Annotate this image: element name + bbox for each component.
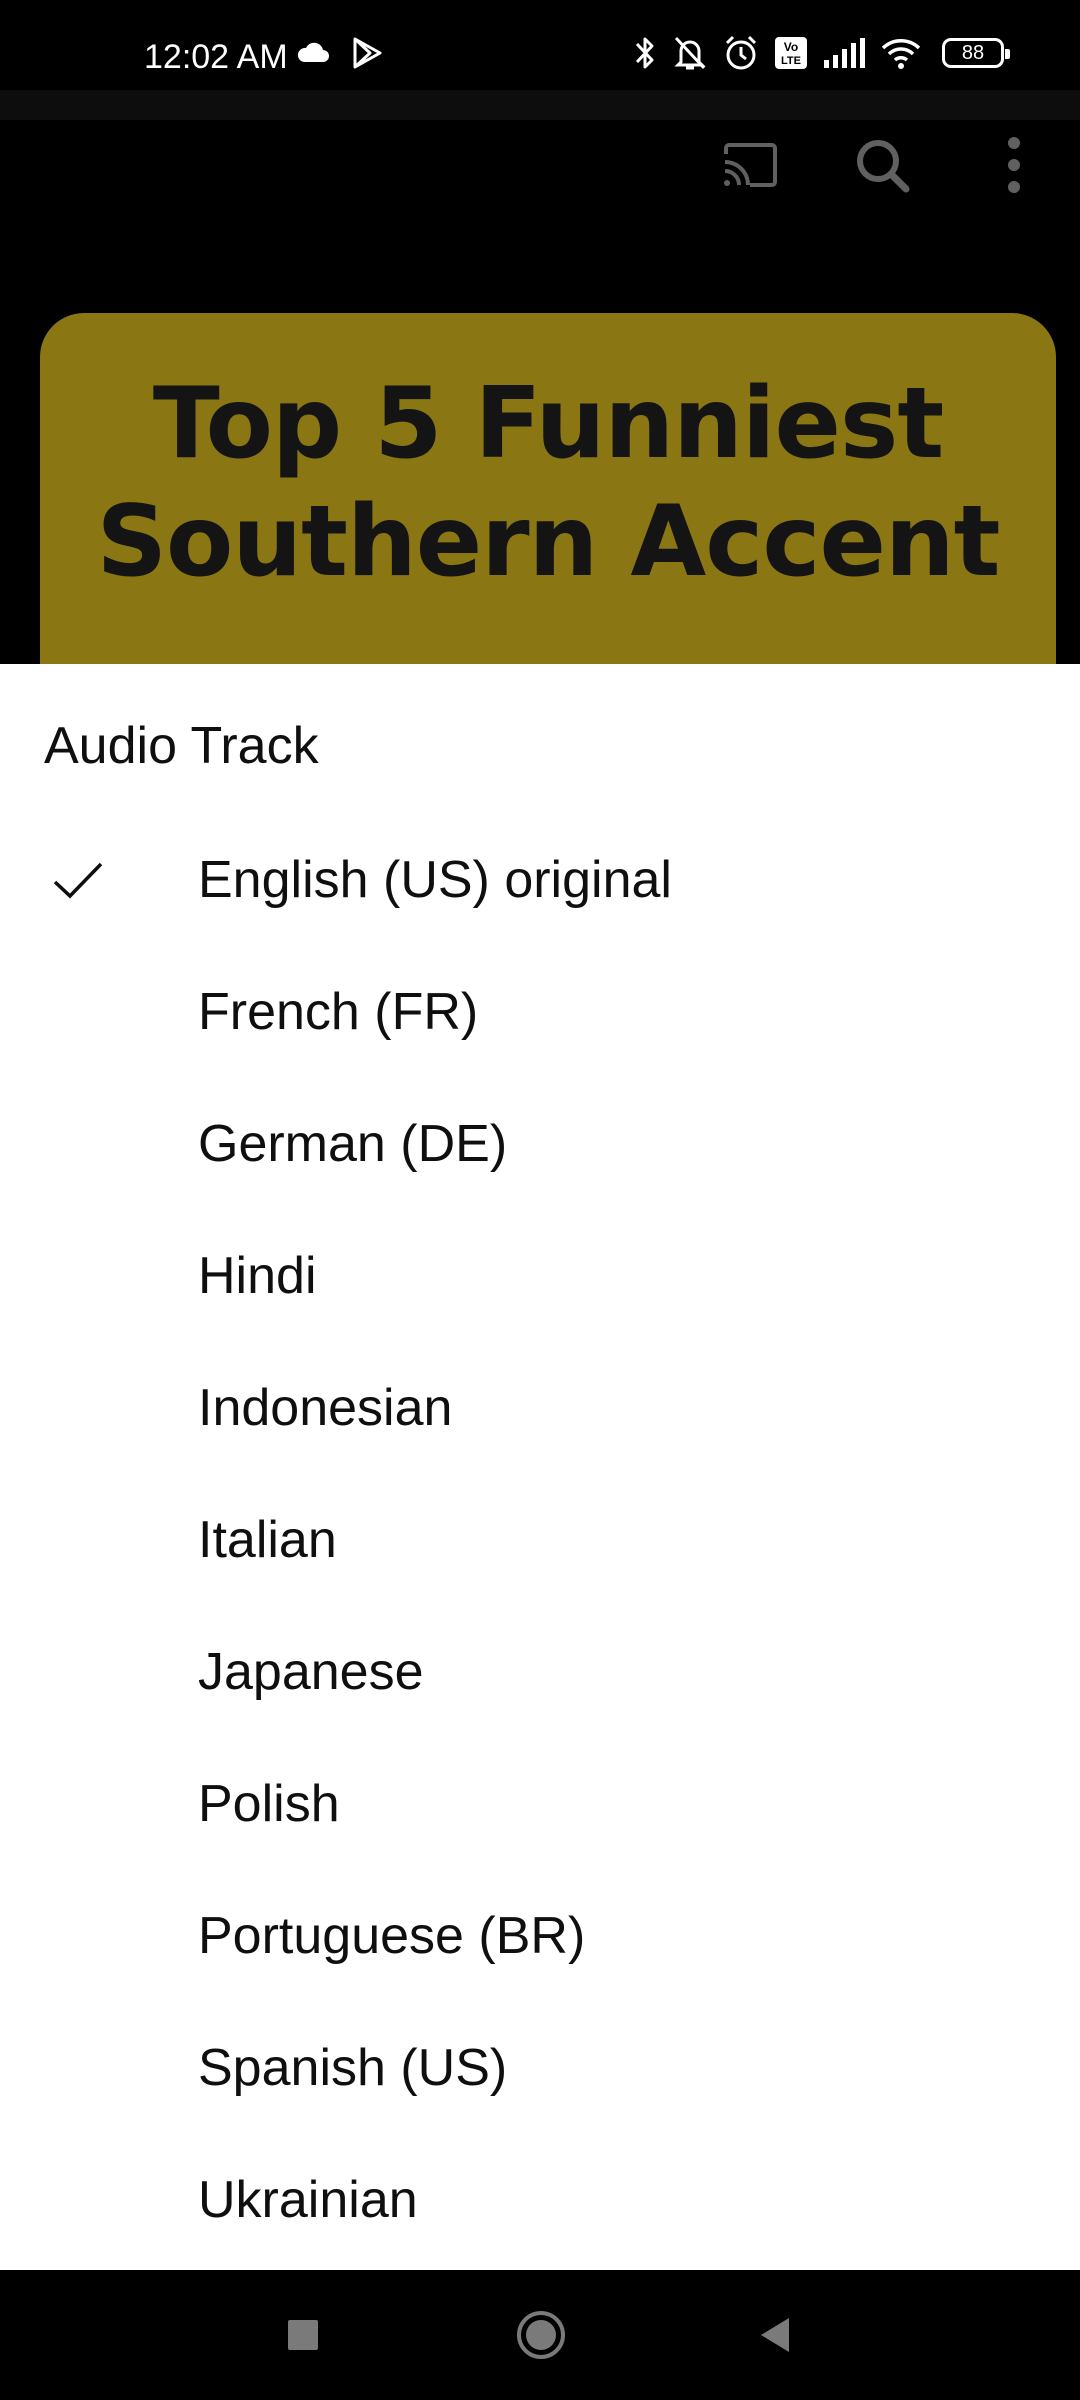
thumbnail-text: Top 5 Funniest Southern Accent xyxy=(40,365,1056,601)
audio-track-option[interactable]: Ukrainian xyxy=(0,2144,1080,2276)
app-bar xyxy=(0,90,1080,210)
audio-track-option[interactable]: Portuguese (BR) xyxy=(0,1880,1080,2012)
audio-track-option[interactable]: Hindi xyxy=(0,1220,1080,1352)
bell-muted-icon xyxy=(672,34,708,72)
audio-track-sheet: Audio Track English (US) original French … xyxy=(0,664,1080,2270)
thumbnail-line-1: Top 5 Funniest xyxy=(152,367,944,481)
audio-track-option[interactable]: German (DE) xyxy=(0,1088,1080,1220)
signal-icon xyxy=(822,36,866,70)
recents-button[interactable] xyxy=(268,2300,338,2370)
cloud-icon xyxy=(296,42,330,64)
alarm-icon xyxy=(722,34,760,72)
audio-track-label: Japanese xyxy=(198,1643,424,1701)
more-vert-icon[interactable] xyxy=(979,130,1049,200)
bluetooth-icon xyxy=(632,34,658,72)
play-store-icon xyxy=(350,36,384,70)
back-button[interactable] xyxy=(740,2300,810,2370)
thumbnail-line-2: Southern Accent xyxy=(96,485,1000,599)
video-player[interactable]: Top 5 Funniest Southern Accent xyxy=(0,210,1080,664)
status-left-icons xyxy=(296,36,384,70)
cast-icon[interactable] xyxy=(715,130,785,200)
audio-track-label: Indonesian xyxy=(198,1379,453,1437)
check-icon xyxy=(53,862,103,899)
audio-track-label: English (US) original xyxy=(198,851,672,909)
sheet-title: Audio Track xyxy=(44,717,319,775)
home-button[interactable] xyxy=(506,2300,576,2370)
audio-track-option[interactable]: Indonesian xyxy=(0,1352,1080,1484)
audio-track-option[interactable]: French (FR) xyxy=(0,956,1080,1088)
search-icon[interactable] xyxy=(847,130,917,200)
audio-track-label: German (DE) xyxy=(198,1115,508,1173)
audio-track-option[interactable]: Spanish (US) xyxy=(0,2012,1080,2144)
audio-track-option[interactable]: Japanese xyxy=(0,1616,1080,1748)
audio-track-list: English (US) original French (FR) German (… xyxy=(0,824,1080,2276)
status-right-icons: Vo LTE 88 xyxy=(632,34,1010,72)
audio-track-option[interactable]: English (US) original xyxy=(0,824,1080,956)
audio-track-label: Hindi xyxy=(198,1247,317,1305)
volte-icon: Vo LTE xyxy=(774,36,808,70)
svg-text:Vo: Vo xyxy=(784,40,798,54)
wifi-icon xyxy=(880,36,922,70)
audio-track-label: Ukrainian xyxy=(198,2171,418,2229)
audio-track-option[interactable]: Italian xyxy=(0,1484,1080,1616)
app-bar-band xyxy=(0,90,1080,120)
audio-track-label: Italian xyxy=(198,1511,337,1569)
svg-text:LTE: LTE xyxy=(781,55,801,67)
audio-track-label: French (FR) xyxy=(198,983,479,1041)
audio-track-label: Portuguese (BR) xyxy=(198,1907,586,1965)
navigation-bar xyxy=(0,2270,1080,2400)
status-time: 12:02 AM xyxy=(144,38,288,76)
status-bar: 12:02 AM Vo LTE 88 xyxy=(0,0,1080,90)
audio-track-label: Polish xyxy=(198,1775,340,1833)
audio-track-label: Spanish (US) xyxy=(198,2039,508,2097)
battery-indicator: 88 xyxy=(942,38,1010,68)
audio-track-option[interactable]: Polish xyxy=(0,1748,1080,1880)
